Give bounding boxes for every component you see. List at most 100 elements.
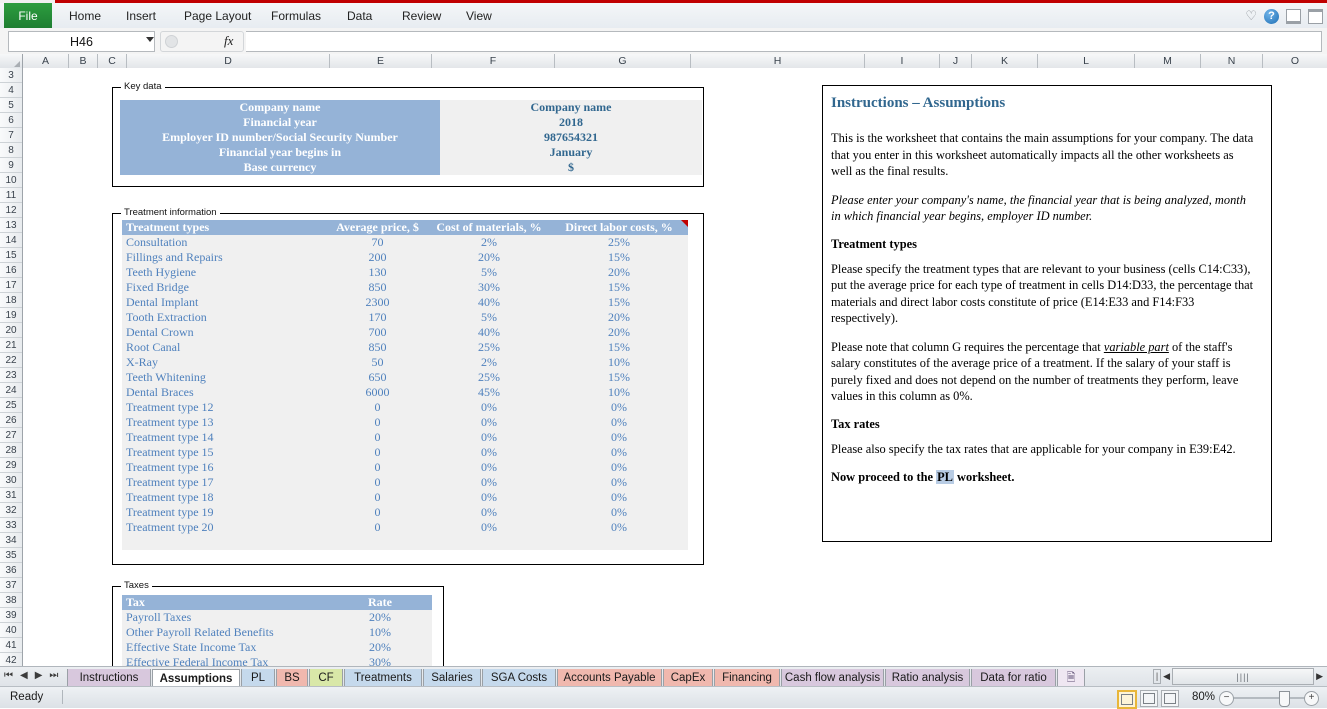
treatment-labor-cell[interactable]: 20% <box>550 265 688 280</box>
insert-function-icon[interactable]: fx <box>224 33 233 49</box>
treatment-name-cell[interactable]: Treatment type 14 <box>122 430 327 445</box>
key-data-value-financial-year[interactable]: 2018 <box>440 115 702 130</box>
sheet-tab-data-for-ratio[interactable]: Data for ratio <box>971 669 1056 687</box>
treatment-labor-cell[interactable]: 0% <box>550 400 688 415</box>
zoom-level-label[interactable]: 80% <box>1192 691 1215 703</box>
tax-rate-cell[interactable]: 30% <box>328 655 432 666</box>
treatment-labor-cell[interactable]: 10% <box>550 385 688 400</box>
page-layout-view-icon[interactable] <box>1140 690 1158 707</box>
column-header-B[interactable]: B <box>69 54 98 68</box>
table-row[interactable]: Root Canal 850 25% 15% <box>122 340 688 355</box>
column-header-I[interactable]: I <box>865 54 940 68</box>
column-header-L[interactable]: L <box>1038 54 1135 68</box>
ribbon-tab-insert[interactable]: Insert <box>117 3 165 28</box>
treatment-name-cell[interactable]: Treatment type 15 <box>122 445 327 460</box>
column-header-N[interactable]: N <box>1201 54 1263 68</box>
key-data-value-employer-id[interactable]: 987654321 <box>440 130 702 145</box>
sheet-tab-financing[interactable]: Financing <box>714 669 780 687</box>
treatment-price-cell[interactable]: 0 <box>327 400 428 415</box>
instructions-pl-link[interactable]: PL <box>936 470 954 484</box>
row-header-29[interactable]: 29 <box>0 458 22 473</box>
treatment-materials-cell[interactable]: 40% <box>428 325 550 340</box>
sheet-tab-capex[interactable]: CapEx <box>663 669 713 687</box>
treatment-labor-cell[interactable]: 15% <box>550 295 688 310</box>
help-icon[interactable]: ? <box>1264 8 1279 24</box>
treatment-labor-cell[interactable]: 20% <box>550 325 688 340</box>
treatment-materials-cell[interactable]: 40% <box>428 295 550 310</box>
row-header-18[interactable]: 18 <box>0 293 22 308</box>
cancel-enter-icon[interactable] <box>165 35 178 48</box>
zoom-slider-thumb[interactable] <box>1279 691 1290 707</box>
row-header-30[interactable]: 30 <box>0 473 22 488</box>
blank-cell[interactable] <box>122 535 327 550</box>
treatment-materials-cell[interactable]: 45% <box>428 385 550 400</box>
treatment-materials-cell[interactable]: 0% <box>428 415 550 430</box>
treatment-information-table[interactable]: Treatment types Average price, $ Cost of… <box>122 220 688 550</box>
row-header-10[interactable]: 10 <box>0 173 22 188</box>
treatment-price-cell[interactable]: 850 <box>327 340 428 355</box>
treatment-price-cell[interactable]: 70 <box>327 235 428 250</box>
treatment-price-cell[interactable]: 0 <box>327 415 428 430</box>
row-header-9[interactable]: 9 <box>0 158 22 173</box>
treatment-labor-cell[interactable]: 0% <box>550 415 688 430</box>
tax-rate-cell[interactable]: 20% <box>328 640 432 655</box>
treatment-name-cell[interactable]: Root Canal <box>122 340 327 355</box>
treatment-price-cell[interactable]: 170 <box>327 310 428 325</box>
table-row[interactable]: Dental Implant 2300 40% 15% <box>122 295 688 310</box>
row-header-7[interactable]: 7 <box>0 128 22 143</box>
treatment-labor-cell[interactable]: 0% <box>550 460 688 475</box>
taxes-table[interactable]: Tax Rate Payroll Taxes 20% Other Payroll R… <box>122 595 432 666</box>
sheet-tab-cash-flow-analysis[interactable]: Cash flow analysis <box>781 669 884 687</box>
row-header-38[interactable]: 38 <box>0 593 22 608</box>
treatment-materials-cell[interactable]: 2% <box>428 235 550 250</box>
row-header-39[interactable]: 39 <box>0 608 22 623</box>
treatment-labor-cell[interactable]: 0% <box>550 505 688 520</box>
table-row[interactable]: Treatment type 16 0 0% 0% <box>122 460 688 475</box>
treatment-materials-cell[interactable]: 0% <box>428 490 550 505</box>
row-header-27[interactable]: 27 <box>0 428 22 443</box>
column-header-E[interactable]: E <box>330 54 432 68</box>
normal-view-icon[interactable] <box>1117 690 1137 709</box>
table-row[interactable]: Teeth Hygiene 130 5% 20% <box>122 265 688 280</box>
treatment-labor-cell[interactable]: 20% <box>550 310 688 325</box>
treatment-price-cell[interactable]: 850 <box>327 280 428 295</box>
treatment-price-cell[interactable]: 0 <box>327 445 428 460</box>
row-header-6[interactable]: 6 <box>0 113 22 128</box>
treatment-price-cell[interactable]: 0 <box>327 460 428 475</box>
treatment-labor-cell[interactable]: 25% <box>550 235 688 250</box>
blank-cell[interactable] <box>327 535 428 550</box>
column-header-M[interactable]: M <box>1135 54 1201 68</box>
treatment-name-cell[interactable]: Treatment type 13 <box>122 415 327 430</box>
key-data-value-company-name[interactable]: Company name <box>440 100 702 115</box>
ribbon-tab-home[interactable]: Home <box>60 3 110 28</box>
table-row[interactable]: Dental Braces 6000 45% 10% <box>122 385 688 400</box>
treatment-materials-cell[interactable]: 0% <box>428 400 550 415</box>
ribbon-tab-review[interactable]: Review <box>393 3 450 28</box>
blank-cell[interactable] <box>550 535 688 550</box>
treatment-labor-cell[interactable]: 15% <box>550 340 688 355</box>
treatment-price-cell[interactable]: 0 <box>327 430 428 445</box>
treatment-price-cell[interactable]: 0 <box>327 520 428 535</box>
treatment-name-cell[interactable]: Treatment type 12 <box>122 400 327 415</box>
row-header-12[interactable]: 12 <box>0 203 22 218</box>
sheet-tab-instructions[interactable]: Instructions <box>67 669 151 687</box>
column-header-O[interactable]: O <box>1263 54 1327 68</box>
treatment-materials-cell[interactable]: 0% <box>428 505 550 520</box>
worksheet-canvas[interactable]: Key data Company name Financial year Emp… <box>23 68 1327 666</box>
ribbon-tab-view[interactable]: View <box>457 3 501 28</box>
row-header-31[interactable]: 31 <box>0 488 22 503</box>
tax-name-cell[interactable]: Payroll Taxes <box>122 610 328 625</box>
treatment-name-cell[interactable]: Consultation <box>122 235 327 250</box>
zoom-in-icon[interactable]: + <box>1304 691 1319 706</box>
treatment-name-cell[interactable]: Treatment type 16 <box>122 460 327 475</box>
treatment-name-cell[interactable]: Treatment type 18 <box>122 490 327 505</box>
table-row-blank[interactable] <box>122 535 688 550</box>
scroll-right-icon[interactable]: ▶ <box>1316 671 1323 682</box>
treatment-labor-cell[interactable]: 10% <box>550 355 688 370</box>
close-icon[interactable] <box>1308 8 1323 24</box>
table-row[interactable]: Effective State Income Tax 20% <box>122 640 432 655</box>
treatment-materials-cell[interactable]: 2% <box>428 355 550 370</box>
row-header-34[interactable]: 34 <box>0 533 22 548</box>
blank-cell[interactable] <box>428 535 550 550</box>
table-row[interactable]: Teeth Whitening 650 25% 15% <box>122 370 688 385</box>
